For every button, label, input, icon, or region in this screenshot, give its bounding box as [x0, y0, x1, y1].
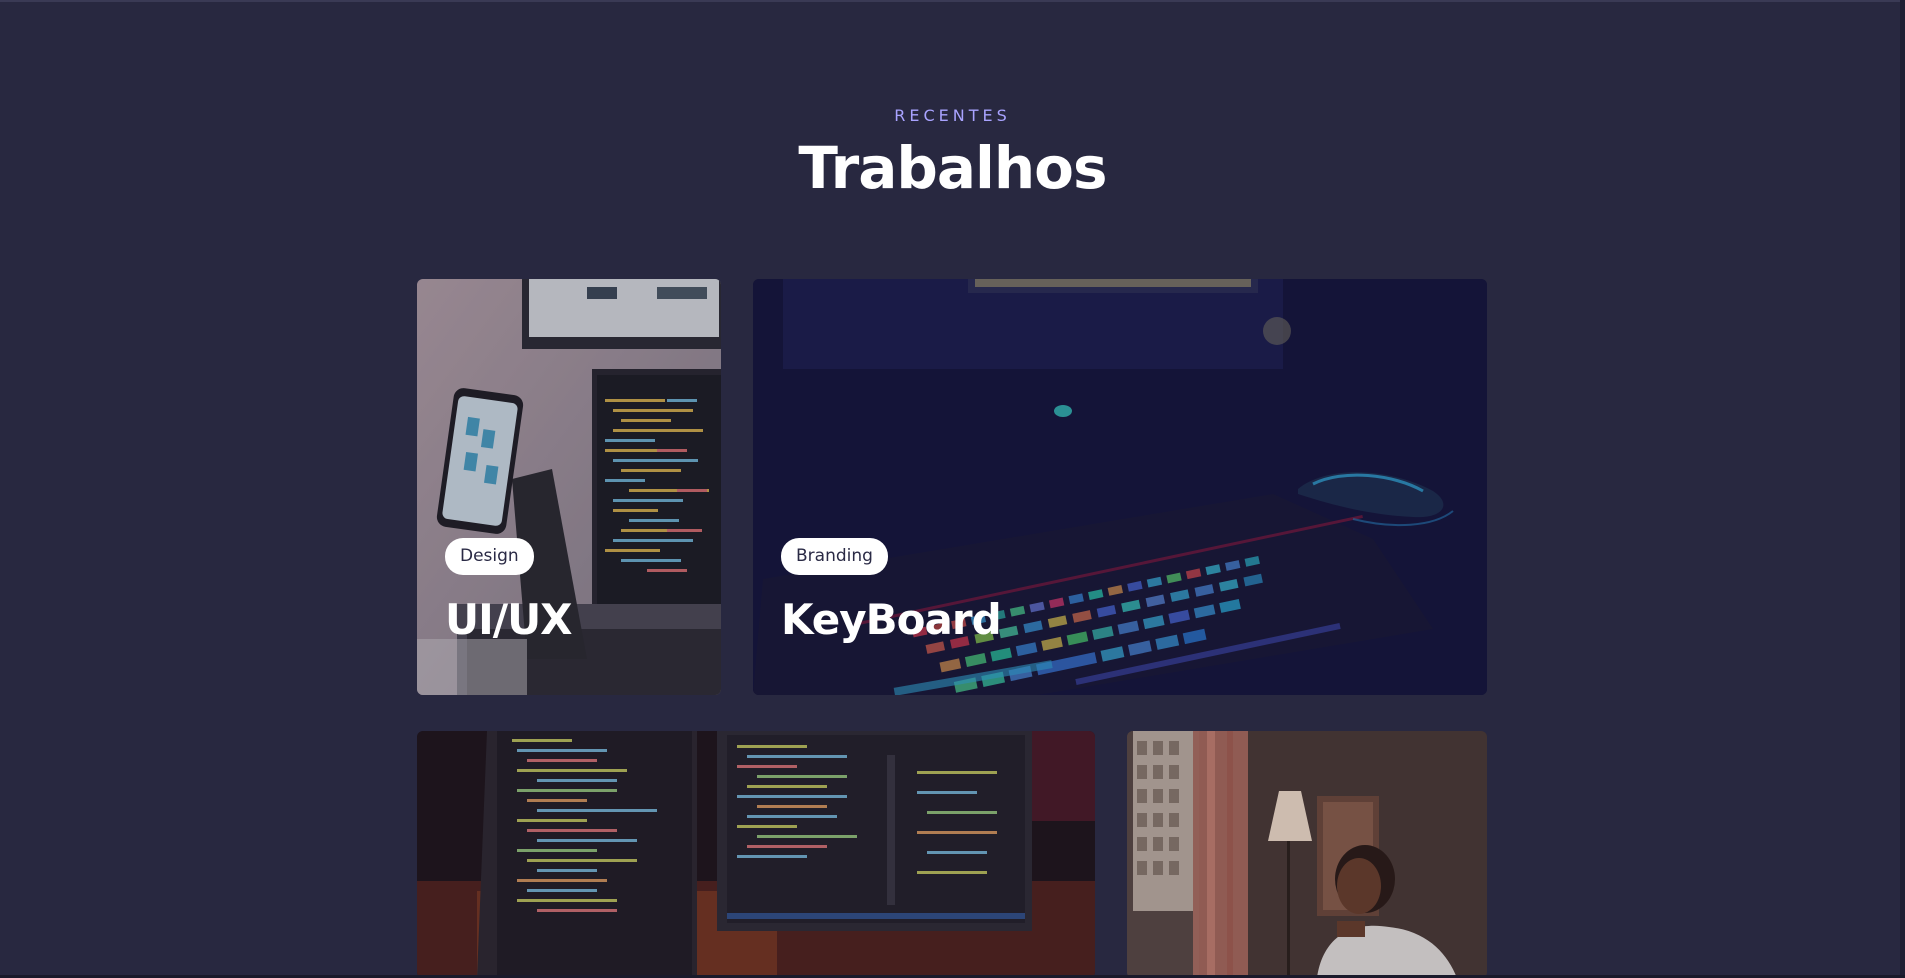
image-overlay	[417, 731, 1095, 978]
project-title-keyboard[interactable]: KeyBoard	[781, 595, 1002, 644]
section-eyebrow: RECENTES	[894, 106, 1011, 125]
project-card-person[interactable]	[1127, 731, 1487, 978]
image-overlay	[1127, 731, 1487, 978]
project-card-keyboard[interactable]: Branding KeyBoard	[753, 279, 1487, 695]
top-border	[0, 0, 1905, 2]
category-tag-design[interactable]: Design	[445, 538, 534, 575]
project-card-code[interactable]	[417, 731, 1095, 978]
section-title: Trabalhos	[798, 134, 1107, 202]
project-title-uiux[interactable]: UI/UX	[445, 595, 573, 644]
project-card-uiux[interactable]: Design UI/UX	[417, 279, 721, 695]
category-tag-branding[interactable]: Branding	[781, 538, 888, 575]
